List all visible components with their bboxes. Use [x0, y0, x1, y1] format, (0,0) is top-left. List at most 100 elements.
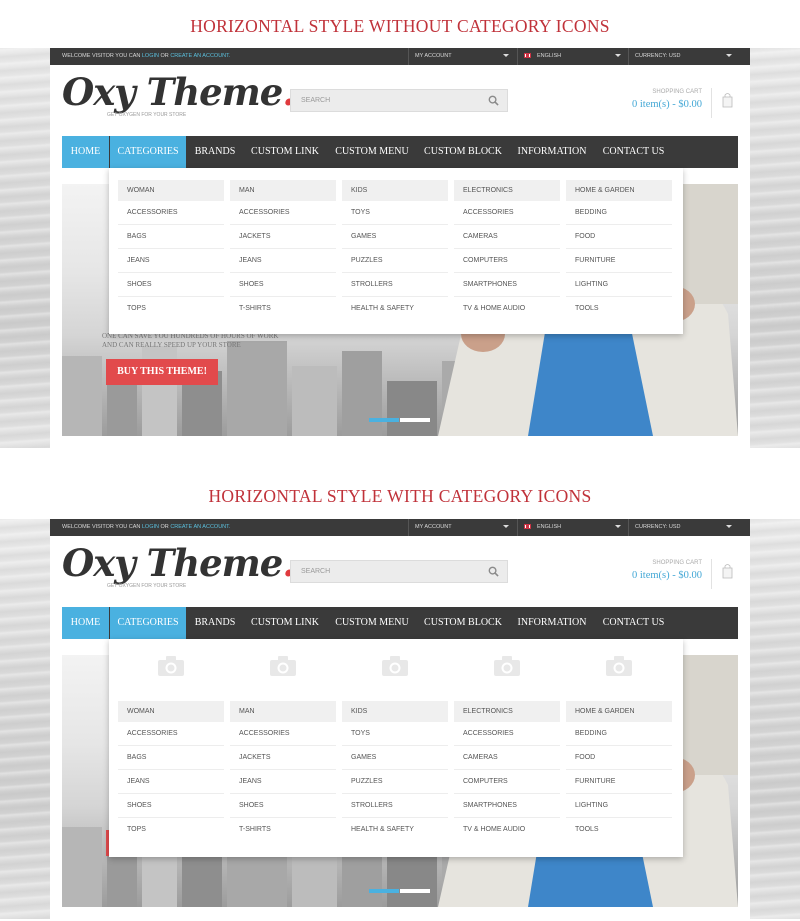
- menu-item[interactable]: SHOES: [118, 273, 224, 297]
- menu-item[interactable]: STROLLERS: [342, 794, 448, 818]
- menu-item[interactable]: SHOES: [230, 273, 336, 297]
- slide-indicator[interactable]: [400, 418, 430, 422]
- logo[interactable]: Oxy Theme.: [62, 70, 295, 114]
- menu-item[interactable]: FOOD: [566, 225, 672, 249]
- menu-item[interactable]: JEANS: [230, 249, 336, 273]
- language-dropdown[interactable]: ENGLISH: [517, 519, 627, 536]
- nav-brands[interactable]: BRANDS: [188, 136, 242, 168]
- nav-custom-block[interactable]: CUSTOM BLOCK: [418, 607, 508, 639]
- buy-theme-button[interactable]: BUY THIS THEME!: [106, 359, 218, 385]
- nav-categories[interactable]: CATEGORIES: [110, 607, 186, 639]
- menu-item[interactable]: CAMERAS: [454, 225, 560, 249]
- menu-heading[interactable]: HOME & GARDEN: [566, 180, 672, 201]
- nav-custom-link[interactable]: CUSTOM LINK: [245, 607, 325, 639]
- menu-item[interactable]: LIGHTING: [566, 794, 672, 818]
- create-account-link[interactable]: CREATE AN ACCOUNT.: [170, 53, 230, 59]
- menu-item[interactable]: JEANS: [118, 249, 224, 273]
- menu-item[interactable]: GAMES: [342, 746, 448, 770]
- menu-item[interactable]: HEALTH & SAFETY: [342, 297, 448, 321]
- menu-item[interactable]: GAMES: [342, 225, 448, 249]
- menu-item[interactable]: BAGS: [118, 225, 224, 249]
- language-dropdown[interactable]: ENGLISH: [517, 48, 627, 65]
- menu-item[interactable]: LIGHTING: [566, 273, 672, 297]
- menu-item[interactable]: ACCESSORIES: [230, 201, 336, 225]
- currency-dropdown[interactable]: CURRENCY: USD: [628, 48, 738, 65]
- menu-item[interactable]: T-SHIRTS: [230, 818, 336, 842]
- menu-heading[interactable]: WOMAN: [118, 180, 224, 201]
- menu-item[interactable]: TOYS: [342, 722, 448, 746]
- currency-dropdown[interactable]: CURRENCY: USD: [628, 519, 738, 536]
- menu-item[interactable]: TV & HOME AUDIO: [454, 297, 560, 321]
- menu-item[interactable]: SMARTPHONES: [454, 794, 560, 818]
- menu-item[interactable]: JEANS: [230, 770, 336, 794]
- menu-item[interactable]: STROLLERS: [342, 273, 448, 297]
- menu-item[interactable]: COMPUTERS: [454, 770, 560, 794]
- menu-item[interactable]: BEDDING: [566, 722, 672, 746]
- search-input[interactable]: SEARCH: [290, 89, 508, 112]
- menu-item[interactable]: T-SHIRTS: [230, 297, 336, 321]
- menu-item[interactable]: SMARTPHONES: [454, 273, 560, 297]
- nav-information[interactable]: INFORMATION: [511, 607, 593, 639]
- menu-item[interactable]: TOPS: [118, 297, 224, 321]
- menu-heading[interactable]: ELECTRONICS: [454, 701, 560, 722]
- cart-summary[interactable]: 0 item(s) - $0.00: [632, 570, 702, 581]
- login-link[interactable]: LOGIN: [142, 524, 159, 530]
- slide-indicator[interactable]: [400, 889, 430, 893]
- menu-item[interactable]: ACCESSORIES: [454, 722, 560, 746]
- nav-contact-us[interactable]: CONTACT US: [597, 136, 670, 168]
- menu-heading[interactable]: MAN: [230, 701, 336, 722]
- slide-indicator-active[interactable]: [369, 418, 399, 422]
- my-account-dropdown[interactable]: MY ACCOUNT: [408, 519, 515, 536]
- menu-item[interactable]: ACCESSORIES: [118, 201, 224, 225]
- nav-home[interactable]: HOME: [62, 136, 109, 168]
- login-link[interactable]: LOGIN: [142, 53, 159, 59]
- slide-indicator-active[interactable]: [369, 889, 399, 893]
- nav-custom-menu[interactable]: CUSTOM MENU: [328, 607, 416, 639]
- menu-item[interactable]: CAMERAS: [454, 746, 560, 770]
- menu-item[interactable]: HEALTH & SAFETY: [342, 818, 448, 842]
- menu-item[interactable]: FURNITURE: [566, 249, 672, 273]
- menu-item[interactable]: ACCESSORIES: [454, 201, 560, 225]
- search-input[interactable]: SEARCH: [290, 560, 508, 583]
- logo[interactable]: Oxy Theme.: [62, 541, 295, 585]
- menu-heading[interactable]: WOMAN: [118, 701, 224, 722]
- menu-item[interactable]: JACKETS: [230, 225, 336, 249]
- menu-item[interactable]: TOYS: [342, 201, 448, 225]
- shopping-bag-icon[interactable]: [722, 92, 733, 108]
- nav-brands[interactable]: BRANDS: [188, 607, 242, 639]
- menu-item[interactable]: SHOES: [230, 794, 336, 818]
- shopping-bag-icon[interactable]: [722, 563, 733, 579]
- menu-item[interactable]: PUZZLES: [342, 249, 448, 273]
- menu-item[interactable]: BAGS: [118, 746, 224, 770]
- cart-summary[interactable]: 0 item(s) - $0.00: [632, 99, 702, 110]
- menu-item[interactable]: FURNITURE: [566, 770, 672, 794]
- menu-item[interactable]: PUZZLES: [342, 770, 448, 794]
- menu-item[interactable]: TOOLS: [566, 297, 672, 321]
- menu-heading[interactable]: KIDS: [342, 180, 448, 201]
- menu-item[interactable]: TOPS: [118, 818, 224, 842]
- nav-custom-menu[interactable]: CUSTOM MENU: [328, 136, 416, 168]
- menu-item[interactable]: JACKETS: [230, 746, 336, 770]
- menu-item[interactable]: JEANS: [118, 770, 224, 794]
- menu-item[interactable]: FOOD: [566, 746, 672, 770]
- nav-home[interactable]: HOME: [62, 607, 109, 639]
- menu-item[interactable]: TV & HOME AUDIO: [454, 818, 560, 842]
- create-account-link[interactable]: CREATE AN ACCOUNT.: [170, 524, 230, 530]
- menu-item[interactable]: COMPUTERS: [454, 249, 560, 273]
- menu-heading[interactable]: HOME & GARDEN: [566, 701, 672, 722]
- nav-custom-block[interactable]: CUSTOM BLOCK: [418, 136, 508, 168]
- my-account-dropdown[interactable]: MY ACCOUNT: [408, 48, 515, 65]
- menu-item[interactable]: TOOLS: [566, 818, 672, 842]
- menu-item[interactable]: SHOES: [118, 794, 224, 818]
- nav-categories[interactable]: CATEGORIES: [110, 136, 186, 168]
- search-icon[interactable]: [488, 95, 499, 106]
- menu-item[interactable]: ACCESSORIES: [230, 722, 336, 746]
- nav-contact-us[interactable]: CONTACT US: [597, 607, 670, 639]
- menu-heading[interactable]: ELECTRONICS: [454, 180, 560, 201]
- nav-custom-link[interactable]: CUSTOM LINK: [245, 136, 325, 168]
- menu-heading[interactable]: KIDS: [342, 701, 448, 722]
- nav-information[interactable]: INFORMATION: [511, 136, 593, 168]
- menu-heading[interactable]: MAN: [230, 180, 336, 201]
- search-icon[interactable]: [488, 566, 499, 577]
- menu-item[interactable]: ACCESSORIES: [118, 722, 224, 746]
